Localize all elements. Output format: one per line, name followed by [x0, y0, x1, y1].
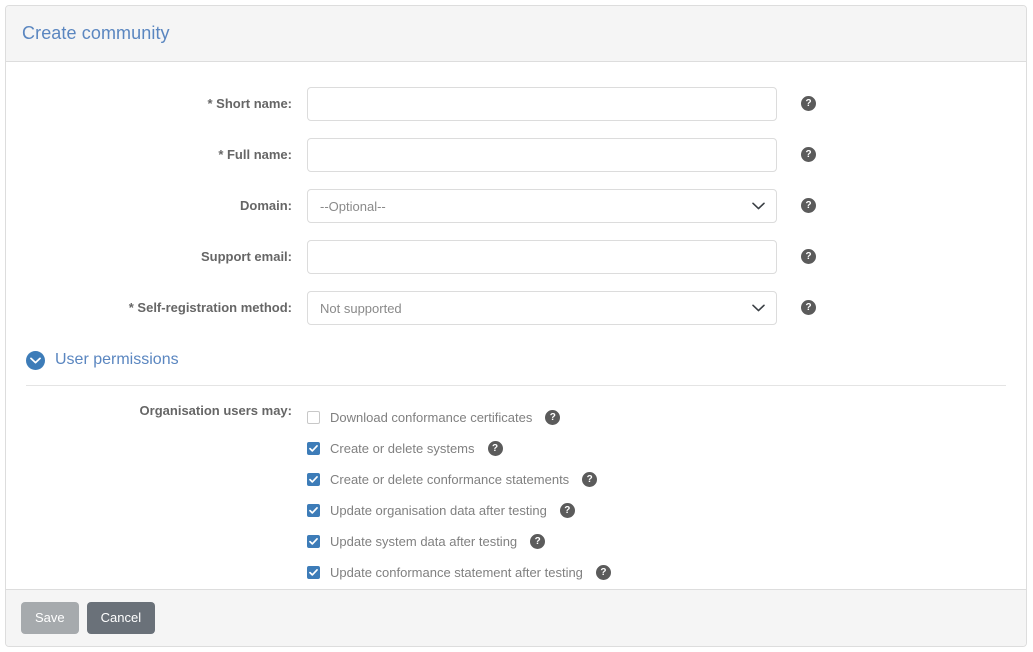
support-email-input[interactable]: [307, 239, 777, 274]
section-title: User permissions: [55, 351, 179, 368]
help-icon[interactable]: ?: [582, 472, 598, 487]
field-wrap-support-email: [307, 239, 777, 274]
create-community-panel: Create community * Short name: ? * Full …: [5, 5, 1027, 647]
self-registration-select-value[interactable]: Not supported: [307, 290, 777, 325]
help-cell-full-name: ?: [801, 147, 816, 162]
permissions-label: Organisation users may:: [139, 403, 292, 418]
panel-header: Create community: [6, 6, 1026, 62]
form-row-domain: Domain: --Optional-- ?: [21, 180, 1011, 231]
permission-label: Create or delete conformance statements: [330, 472, 570, 487]
help-cell: ?: [595, 565, 611, 580]
permission-label: Download conformance certificates: [330, 410, 533, 425]
help-cell: ?: [530, 534, 546, 549]
field-wrap-short-name: [307, 86, 777, 121]
help-icon[interactable]: ?: [595, 565, 611, 580]
checkbox-create-or-delete-systems[interactable]: [307, 442, 320, 455]
field-wrap-self-registration: Not supported: [307, 290, 777, 325]
form-row-support-email: Support email: ?: [21, 231, 1011, 282]
label-domain: Domain:: [240, 197, 292, 213]
help-cell: ?: [559, 503, 575, 518]
checkbox-create-or-delete-conformance-statements[interactable]: [307, 473, 320, 486]
label-self-registration: * Self-registration method:: [128, 299, 292, 315]
permission-item: Update conformance statement after testi…: [307, 557, 1011, 588]
full-name-input[interactable]: [307, 137, 777, 172]
permissions-block: Organisation users may: Download conform…: [21, 402, 1011, 588]
label-short-name: * Short name:: [207, 95, 292, 111]
checkbox-update-system-data-after-testing[interactable]: [307, 535, 320, 548]
section-divider: [26, 385, 1006, 386]
permission-label: Create or delete systems: [330, 441, 475, 456]
page-title: Create community: [22, 23, 170, 43]
help-icon[interactable]: ?: [530, 534, 546, 549]
form-row-full-name: * Full name: ?: [21, 129, 1011, 180]
panel-body: * Short name: ? * Full name: ? Domain: -: [6, 62, 1026, 589]
help-icon[interactable]: ?: [559, 503, 575, 518]
permission-item: Create or delete conformance statements …: [307, 464, 1011, 495]
help-cell: ?: [582, 472, 598, 487]
help-icon[interactable]: ?: [545, 410, 561, 425]
user-permissions-section-toggle[interactable]: User permissions: [26, 345, 1011, 375]
help-cell: ?: [545, 410, 561, 425]
label-support-email: Support email:: [200, 248, 292, 264]
chevron-down-icon[interactable]: [26, 350, 45, 370]
checkbox-download-conformance-certificates[interactable]: [307, 411, 320, 424]
help-icon[interactable]: ?: [801, 198, 816, 213]
permission-item: Update organisation data after testing ?: [307, 495, 1011, 526]
help-icon[interactable]: ?: [801, 249, 816, 264]
permission-label: Update system data after testing: [330, 534, 518, 549]
form-row-short-name: * Short name: ?: [21, 78, 1011, 129]
permission-item: Create or delete systems ?: [307, 433, 1011, 464]
help-cell-short-name: ?: [801, 96, 816, 111]
panel-footer: Save Cancel: [6, 589, 1026, 646]
help-icon[interactable]: ?: [801, 96, 816, 111]
self-registration-select[interactable]: Not supported: [307, 290, 777, 325]
label-full-name: * Full name:: [218, 146, 292, 162]
permission-label: Update conformance statement after testi…: [330, 565, 583, 580]
help-icon[interactable]: ?: [801, 300, 816, 315]
permission-item: Update system data after testing ?: [307, 526, 1011, 557]
save-button[interactable]: Save: [21, 602, 79, 634]
field-wrap-domain: --Optional--: [307, 188, 777, 223]
domain-select[interactable]: --Optional--: [307, 188, 777, 223]
form-row-self-registration: * Self-registration method: Not supporte…: [21, 282, 1011, 333]
checkbox-update-conformance-statement-after-testing[interactable]: [307, 566, 320, 579]
domain-select-value[interactable]: --Optional--: [307, 188, 777, 223]
permissions-list: Download conformance certificates ? Crea…: [307, 402, 1011, 588]
help-cell-support-email: ?: [801, 249, 816, 264]
checkbox-update-organisation-data-after-testing[interactable]: [307, 504, 320, 517]
help-cell: ?: [487, 441, 503, 456]
cancel-button[interactable]: Cancel: [86, 602, 156, 634]
field-wrap-full-name: [307, 137, 777, 172]
help-icon[interactable]: ?: [801, 147, 816, 162]
permission-label: Update organisation data after testing: [330, 503, 547, 518]
short-name-input[interactable]: [307, 86, 777, 121]
permission-item: Download conformance certificates ?: [307, 402, 1011, 433]
help-cell-self-registration: ?: [801, 300, 816, 315]
help-cell-domain: ?: [801, 198, 816, 213]
help-icon[interactable]: ?: [487, 441, 503, 456]
